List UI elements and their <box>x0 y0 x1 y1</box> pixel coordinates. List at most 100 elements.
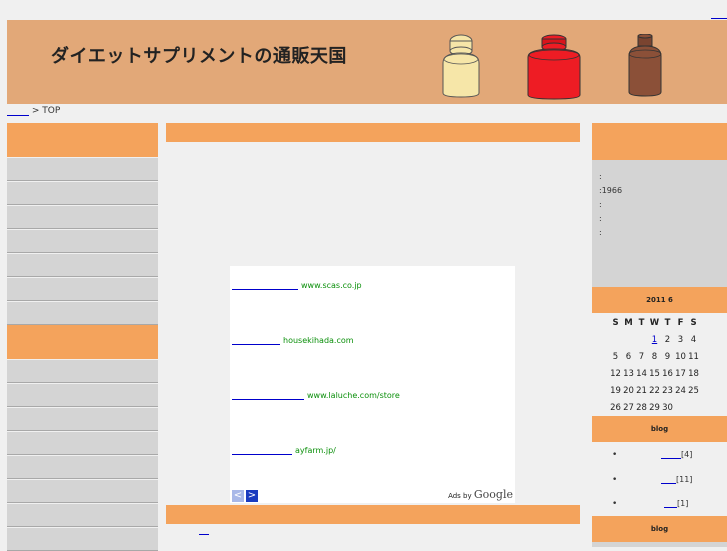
calendar-day <box>622 331 635 348</box>
left-menu-item[interactable] <box>7 253 158 277</box>
list-item: • [1] <box>592 499 727 515</box>
calendar-day: 17 <box>675 368 686 379</box>
left-menu-item[interactable] <box>7 157 158 181</box>
blog-list: • [4] • [11] • [1] <box>592 442 727 516</box>
profile-line: : <box>599 200 602 209</box>
calendar-week: 26 27 28 29 30 <box>609 399 700 416</box>
left-menu-item[interactable] <box>7 301 158 325</box>
cream-jar-icon <box>442 34 480 98</box>
calendar-week: 1 2 3 4 <box>609 331 700 348</box>
blog-link[interactable]: [1] <box>664 499 688 508</box>
ad-next-button[interactable]: > <box>246 490 258 502</box>
left-menu-item[interactable] <box>7 383 158 407</box>
ad-item[interactable]: www.laluche.com/store <box>232 391 400 400</box>
ad-link[interactable] <box>232 391 304 400</box>
ad-block: www.scas.co.jp housekihada.com www.laluc… <box>230 266 515 503</box>
calendar-day <box>635 331 648 348</box>
left-menu-item[interactable] <box>7 431 158 455</box>
calendar-day: 8 <box>651 351 658 362</box>
calendar-day <box>609 331 622 348</box>
left-menu-item[interactable] <box>7 277 158 301</box>
brown-jar-icon <box>628 34 662 97</box>
calendar: S M T W T F S 1 2 3 4 5 6 7 8 9 10 11 12… <box>592 313 727 416</box>
site-title[interactable]: ダイエットサプリメントの通販天国 <box>51 42 347 68</box>
blog-count: [11] <box>676 475 693 484</box>
blog-count: [1] <box>677 499 689 508</box>
ad-link[interactable] <box>232 281 298 290</box>
blog-section-title: blog <box>592 416 727 442</box>
ad-url: www.laluche.com/store <box>307 391 400 400</box>
calendar-day: 18 <box>688 368 699 379</box>
calendar-day-link[interactable]: 1 <box>648 331 661 348</box>
calendar-day: 4 <box>690 334 697 345</box>
blog-count: [4] <box>681 450 693 459</box>
top-right-link[interactable] <box>711 8 727 19</box>
left-menu-item[interactable] <box>7 229 158 253</box>
ads-by-label: Ads by <box>448 492 472 500</box>
ad-prev-button[interactable]: < <box>232 490 244 502</box>
ad-url: www.scas.co.jp <box>301 281 362 290</box>
calendar-day: 20 <box>623 385 634 396</box>
calendar-day: 24 <box>675 385 686 396</box>
weekday: S <box>690 317 697 328</box>
site-header: ダイエットサプリメントの通販天国 <box>7 20 727 104</box>
calendar-day: 19 <box>610 385 621 396</box>
breadcrumb-current: > TOP <box>31 106 61 116</box>
left-menu-item[interactable] <box>7 407 158 431</box>
right-sidebar-header <box>592 123 727 160</box>
weekday: M <box>624 317 633 328</box>
calendar-day: 23 <box>662 385 673 396</box>
ad-pager: < > <box>232 490 260 502</box>
calendar-day: 16 <box>662 368 673 379</box>
profile-line: : <box>599 228 602 237</box>
content-header-bar <box>166 123 580 142</box>
calendar-day: 13 <box>623 368 634 379</box>
ad-link[interactable] <box>232 336 280 345</box>
content-link[interactable] <box>199 525 209 535</box>
left-menu-item[interactable] <box>7 359 158 383</box>
red-jar-icon <box>527 34 581 100</box>
profile-line: : <box>599 172 602 181</box>
right-sidebar: : :1966 : : : 2011 6 S M T W T F S 1 2 3 <box>592 123 727 547</box>
calendar-week: 19 20 21 22 23 24 25 <box>609 382 700 399</box>
left-menu-item[interactable] <box>7 479 158 503</box>
calendar-day: 12 <box>610 368 621 379</box>
list-item: • [11] <box>592 475 727 491</box>
bullet-icon: • <box>612 450 618 460</box>
list-item: • [4] <box>592 450 727 466</box>
breadcrumb-home-link[interactable] <box>7 106 29 116</box>
ad-item[interactable]: www.scas.co.jp <box>232 281 362 290</box>
calendar-day: 7 <box>638 351 645 362</box>
left-menu-item[interactable] <box>7 503 158 527</box>
weekday: F <box>677 317 684 328</box>
bullet-icon: • <box>612 475 618 485</box>
calendar-day: 21 <box>636 385 647 396</box>
blog-section-2-title: blog <box>592 516 727 542</box>
calendar-title: 2011 6 <box>592 287 727 313</box>
left-menu-item[interactable] <box>7 181 158 205</box>
calendar-day: 14 <box>636 368 647 379</box>
calendar-day: 10 <box>675 351 686 362</box>
ad-link[interactable] <box>232 446 292 455</box>
calendar-day: 15 <box>649 368 660 379</box>
blog-link[interactable]: [4] <box>661 450 692 459</box>
calendar-day: 22 <box>649 385 660 396</box>
ads-by-google[interactable]: Ads by Google <box>448 488 513 501</box>
calendar-day <box>674 399 687 416</box>
blog-link[interactable]: [11] <box>661 475 692 484</box>
main-content: www.scas.co.jp housekihada.com www.laluc… <box>166 123 580 545</box>
calendar-weekdays: S M T W T F S <box>609 314 700 331</box>
left-menu-item[interactable] <box>7 455 158 479</box>
left-menu-item[interactable] <box>7 527 158 551</box>
ad-item[interactable]: ayfarm.jp/ <box>232 446 336 455</box>
weekday: T <box>664 317 671 328</box>
bullet-icon: • <box>612 499 618 509</box>
left-menu-item[interactable] <box>7 205 158 229</box>
ad-item[interactable]: housekihada.com <box>232 336 354 345</box>
left-sidebar-header-2 <box>7 325 158 359</box>
breadcrumb: > TOP <box>7 106 60 116</box>
ad-url: housekihada.com <box>283 336 354 345</box>
left-sidebar-header <box>7 123 158 157</box>
weekday: T <box>638 317 645 328</box>
profile-line: :1966 <box>599 186 623 195</box>
